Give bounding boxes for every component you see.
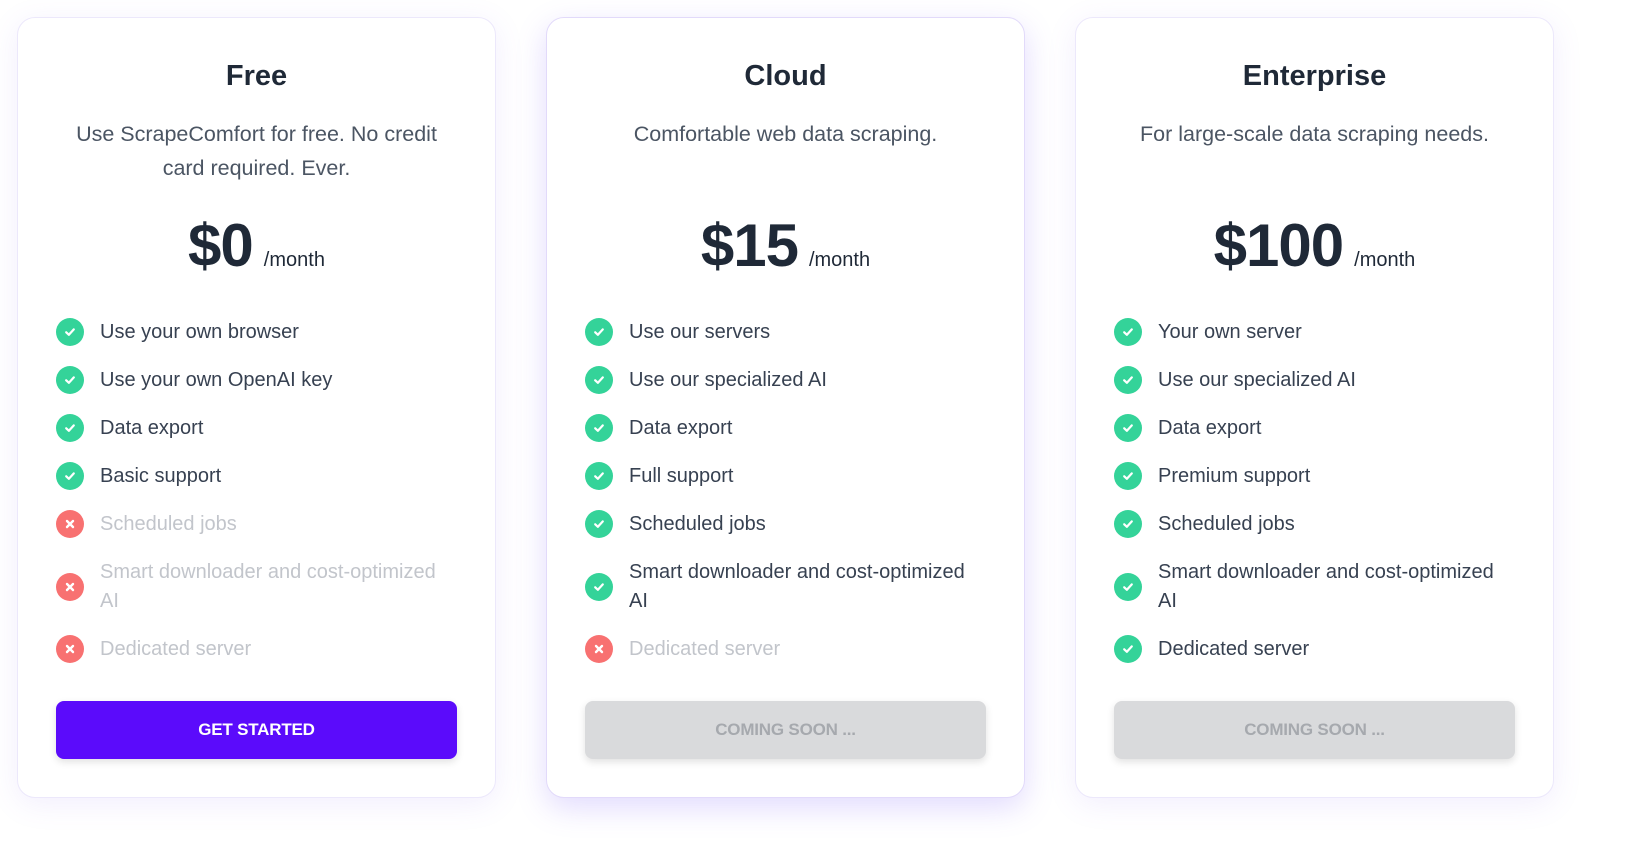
- check-circle-icon: [56, 414, 84, 442]
- check-circle-icon: [1114, 635, 1142, 663]
- feature-item: Smart downloader and cost-optimized AI: [1114, 548, 1515, 625]
- plan-description: Comfortable web data scraping.: [633, 122, 938, 146]
- check-circle-icon: [585, 414, 613, 442]
- feature-list: Your own server Use our specialized AI Dat…: [1114, 308, 1515, 673]
- check-circle-icon: [585, 510, 613, 538]
- feature-item: Basic support: [56, 452, 457, 500]
- feature-label: Premium support: [1158, 464, 1311, 487]
- feature-item: Full support: [585, 452, 986, 500]
- feature-list: Use your own browser Use your own OpenAI …: [56, 308, 457, 673]
- feature-label: Use our servers: [629, 320, 771, 343]
- feature-item: Data export: [1114, 404, 1515, 452]
- check-circle-icon: [1114, 572, 1142, 601]
- feature-label: Use our specialized AI: [629, 368, 827, 391]
- check-circle-icon: [1114, 318, 1142, 346]
- get-started-button[interactable]: GET STARTED: [56, 701, 457, 759]
- feature-item: Use our servers: [585, 308, 986, 356]
- feature-label: Full support: [629, 464, 734, 487]
- feature-label: Scheduled jobs: [1158, 512, 1295, 535]
- feature-item: Dedicated server: [585, 625, 986, 673]
- feature-label: Data export: [1158, 416, 1262, 439]
- plan-description: Use ScrapeComfort for free. No credit ca…: [76, 122, 437, 180]
- plan-price: $100: [1213, 212, 1344, 279]
- price-period: /month: [263, 249, 325, 271]
- check-circle-icon: [56, 462, 84, 490]
- check-circle-icon: [585, 318, 613, 346]
- plan-name: Enterprise: [1242, 60, 1387, 92]
- check-circle-icon: [585, 572, 613, 601]
- feature-item: Scheduled jobs: [56, 500, 457, 548]
- feature-item: Use your own OpenAI key: [56, 356, 457, 404]
- plan-name: Cloud: [744, 60, 827, 92]
- price-period: /month: [1354, 249, 1416, 271]
- x-circle-icon: [585, 635, 613, 663]
- feature-item: Scheduled jobs: [585, 500, 986, 548]
- x-circle-icon: [56, 572, 84, 601]
- check-circle-icon: [1114, 414, 1142, 442]
- pricing-section: Free Use ScrapeComfort for free. No cred…: [0, 0, 1630, 844]
- check-circle-icon: [1114, 510, 1142, 538]
- feature-item: Data export: [56, 404, 457, 452]
- feature-item: Smart downloader and cost-optimized AI: [56, 548, 457, 625]
- feature-label: Dedicated server: [100, 637, 252, 660]
- price-row: $15 /month: [585, 214, 986, 278]
- check-circle-icon: [56, 318, 84, 346]
- feature-list: Use our servers Use our specialized AI Dat…: [585, 308, 986, 673]
- plan-description: For large-scale data scraping needs.: [1140, 122, 1489, 146]
- feature-label: Use your own OpenAI key: [100, 368, 333, 391]
- feature-label: Dedicated server: [629, 637, 781, 660]
- feature-label: Smart downloader and cost-optimized AI: [100, 560, 436, 612]
- feature-item: Smart downloader and cost-optimized AI: [585, 548, 986, 625]
- coming-soon-button: COMING SOON ...: [1114, 701, 1515, 759]
- x-circle-icon: [56, 635, 84, 663]
- feature-item: Data export: [585, 404, 986, 452]
- x-circle-icon: [56, 510, 84, 538]
- feature-item: Dedicated server: [56, 625, 457, 673]
- plan-price: $15: [700, 212, 799, 279]
- check-circle-icon: [56, 366, 84, 394]
- feature-label: Basic support: [100, 464, 222, 487]
- feature-label: Scheduled jobs: [629, 512, 766, 535]
- check-circle-icon: [1114, 366, 1142, 394]
- price-row: $0 /month: [56, 214, 457, 278]
- feature-label: Use your own browser: [100, 320, 299, 343]
- check-circle-icon: [1114, 462, 1142, 490]
- price-period: /month: [808, 249, 871, 271]
- feature-label: Your own server: [1158, 320, 1302, 343]
- feature-item: Dedicated server: [1114, 625, 1515, 673]
- plan-name: Free: [225, 60, 288, 92]
- feature-item: Your own server: [1114, 308, 1515, 356]
- check-circle-icon: [585, 366, 613, 394]
- plan-card-cloud: Cloud Comfortable web data scraping. $15…: [546, 17, 1025, 798]
- feature-item: Use our specialized AI: [1114, 356, 1515, 404]
- feature-label: Use our specialized AI: [1158, 368, 1356, 391]
- coming-soon-button: COMING SOON ...: [585, 701, 986, 759]
- feature-label: Data export: [629, 416, 733, 439]
- plan-card-enterprise: Enterprise For large-scale data scraping…: [1075, 17, 1554, 798]
- feature-item: Use your own browser: [56, 308, 457, 356]
- feature-label: Data export: [100, 416, 204, 439]
- feature-label: Scheduled jobs: [100, 512, 237, 535]
- plan-card-free: Free Use ScrapeComfort for free. No cred…: [17, 17, 496, 798]
- feature-item: Scheduled jobs: [1114, 500, 1515, 548]
- feature-label: Smart downloader and cost-optimized AI: [629, 560, 965, 612]
- feature-label: Dedicated server: [1158, 637, 1310, 660]
- price-row: $100 /month: [1114, 214, 1515, 278]
- plan-price: $0: [188, 212, 254, 279]
- check-circle-icon: [585, 462, 613, 490]
- feature-item: Use our specialized AI: [585, 356, 986, 404]
- feature-item: Premium support: [1114, 452, 1515, 500]
- feature-label: Smart downloader and cost-optimized AI: [1158, 560, 1494, 612]
